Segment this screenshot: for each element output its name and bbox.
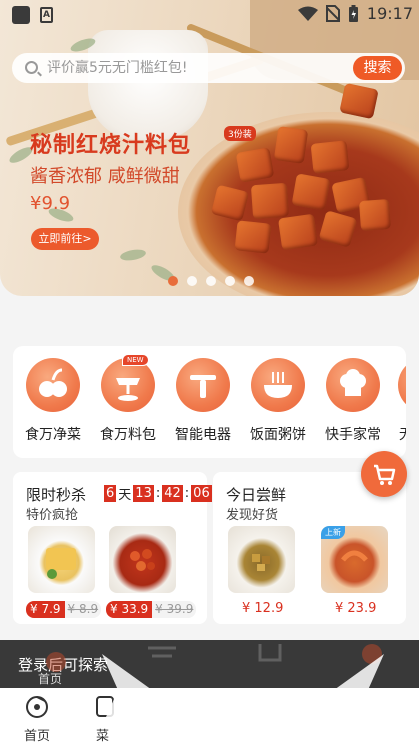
category-label: 快手家常: [325, 427, 381, 443]
appliance-icon: [176, 358, 230, 412]
home-icon: [26, 696, 48, 718]
countdown-separator: :: [155, 486, 161, 501]
original-price: ¥ 8.9: [64, 601, 102, 618]
category-label: 食万料包: [100, 427, 156, 443]
product-price: ¥ 12.9: [242, 601, 284, 616]
fresh-title: 今日尝鲜: [226, 486, 287, 504]
wifi-icon: [297, 6, 318, 21]
countdown-seconds: 06: [191, 485, 212, 502]
banner-meat-piece: [358, 198, 392, 232]
floating-cart-button[interactable]: [361, 451, 407, 497]
promo-banner[interactable]: 秘制红烧汁料包 3份装 酱香浓郁 咸鲜微甜 ¥9.9 立即前往>: [0, 0, 419, 296]
product-price: ¥ 23.9: [335, 601, 377, 616]
countdown-timer: 6 天 13 : 42 : 06: [104, 484, 212, 503]
search-icon: [25, 61, 38, 74]
product-image-spicy-dish[interactable]: [109, 526, 176, 593]
price-tag: ¥ 7.9 ¥ 8.9: [26, 601, 102, 618]
banner-meat-piece: [235, 147, 275, 183]
product-image-stir-fry[interactable]: [228, 526, 295, 593]
app-notification-icon: [12, 6, 30, 24]
flash-sale-card[interactable]: 限时秒杀 特价疯抢 6 天 13 : 42 : 06 ¥ 7.9 ¥ 8.9 ¥…: [13, 472, 212, 624]
banner-meat-piece: [310, 140, 350, 174]
original-price: ¥ 39.9: [152, 601, 197, 618]
cart-icon: [374, 464, 396, 485]
category-item-more[interactable]: 无: [389, 358, 406, 444]
price-tag: ¥ 33.9 ¥ 39.9: [106, 601, 197, 618]
category-label: 无: [389, 424, 406, 444]
flash-sale-title: 限时秒杀: [26, 486, 87, 504]
noodle-bowl-icon: [251, 358, 305, 412]
banner-meat-piece: [273, 126, 309, 164]
category-label: 食万净菜: [25, 427, 81, 443]
tab-home[interactable]: 首页: [2, 688, 72, 744]
tab-label: 首页: [23, 729, 50, 744]
more-icon: [398, 358, 406, 412]
banner-price: ¥9.9: [30, 193, 71, 214]
door-icon: [258, 644, 282, 662]
countdown-separator: :: [184, 486, 190, 501]
fresh-subtitle: 发现好货: [226, 508, 279, 523]
flash-sale-subtitle: 特价疯抢: [26, 508, 79, 523]
search-bar[interactable]: 搜索: [12, 53, 405, 83]
banner-leaf: [119, 247, 147, 263]
countdown-day-unit: 天: [118, 488, 132, 503]
banner-pager: [168, 276, 254, 286]
battery-icon: [348, 4, 358, 22]
banner-tag: 3份装: [224, 126, 256, 141]
search-input[interactable]: [47, 53, 357, 83]
status-left: A: [12, 6, 53, 24]
swipe-arrow-icon: [334, 654, 384, 726]
banner-meat-piece: [234, 220, 272, 254]
ghost-tab-label: 首页: [38, 672, 63, 686]
banner-rice-bowl: [88, 30, 208, 140]
pager-dot[interactable]: [168, 276, 178, 286]
category-item-noodles[interactable]: 饭面粥饼: [242, 358, 314, 444]
countdown-days: 6: [104, 485, 117, 502]
countdown-hours: 13: [133, 485, 154, 502]
swipe-arrow-icon: [102, 654, 152, 726]
category-item-appliance[interactable]: 智能电器: [167, 358, 239, 444]
new-badge: NEW: [122, 354, 149, 366]
status-bar: A 19:17: [0, 0, 419, 30]
current-price: ¥ 33.9: [106, 601, 153, 618]
search-button[interactable]: 搜索: [353, 56, 402, 80]
banner-meat-piece: [250, 182, 290, 220]
pager-dot[interactable]: [225, 276, 235, 286]
pager-dot[interactable]: [206, 276, 216, 286]
pager-dot[interactable]: [187, 276, 197, 286]
chef-hat-icon: [326, 358, 380, 412]
banner-meat-piece: [291, 173, 331, 211]
sauce-pack-icon: [101, 358, 155, 412]
current-price: ¥ 7.9: [26, 601, 65, 618]
countdown-minutes: 42: [162, 485, 183, 502]
pager-dot[interactable]: [244, 276, 254, 286]
banner-cta-button[interactable]: 立即前往>: [31, 228, 99, 250]
category-grid: 食万净菜 NEW 食万料包 智能电器 饭面粥饼 快手家常 无: [13, 346, 406, 458]
product-image-omelette[interactable]: [28, 526, 95, 593]
category-item-home-cooking[interactable]: 快手家常: [317, 358, 389, 444]
product-image-shrimp-soup[interactable]: 上新: [321, 526, 388, 593]
new-arrival-badge: 上新: [321, 526, 345, 539]
no-sim-icon: [325, 5, 340, 22]
banner-title: 秘制红烧汁料包: [30, 133, 192, 158]
category-label: 饭面粥饼: [250, 427, 306, 443]
a-notification-icon: A: [40, 7, 53, 23]
category-item-vegetables[interactable]: 食万净菜: [17, 358, 89, 444]
category-item-sauce-pack[interactable]: NEW 食万料包: [92, 354, 164, 444]
status-time: 19:17: [366, 4, 413, 23]
status-right: 19:17: [297, 4, 413, 23]
banner-meat-piece: [277, 213, 319, 251]
category-label: 智能电器: [175, 427, 231, 443]
banner-subtitle: 酱香浓郁 咸鲜微甜: [30, 166, 180, 187]
vegetables-icon: [26, 358, 80, 412]
